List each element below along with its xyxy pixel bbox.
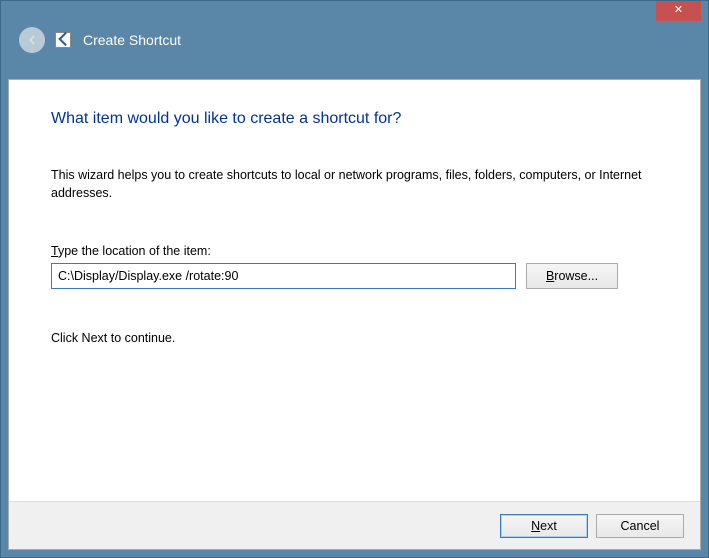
close-icon: ✕	[674, 4, 683, 16]
next-accesskey: N	[531, 519, 540, 533]
next-rest: ext	[540, 519, 557, 533]
button-bar: Next Cancel	[9, 501, 700, 549]
back-button[interactable]	[19, 27, 45, 53]
content-inner: What item would you like to create a sho…	[9, 80, 700, 365]
cancel-label: Cancel	[621, 519, 660, 533]
location-label-accesskey: T	[51, 244, 58, 258]
location-label-rest: ype the location of the item:	[58, 244, 211, 258]
next-button[interactable]: Next	[500, 514, 588, 538]
browse-rest: rowse...	[554, 269, 598, 283]
shortcut-icon	[55, 32, 71, 48]
description-text: This wizard helps you to create shortcut…	[51, 166, 658, 202]
location-row: Browse...	[51, 263, 658, 289]
continue-text: Click Next to continue.	[51, 331, 658, 345]
content-area: What item would you like to create a sho…	[8, 79, 701, 550]
window-title: Create Shortcut	[83, 32, 181, 48]
cancel-button[interactable]: Cancel	[596, 514, 684, 538]
close-button[interactable]: ✕	[656, 1, 701, 21]
browse-button[interactable]: Browse...	[526, 263, 618, 289]
page-heading: What item would you like to create a sho…	[51, 110, 658, 128]
location-label: Type the location of the item:	[51, 244, 658, 258]
location-input[interactable]	[51, 263, 516, 289]
wizard-window: ✕ Create Shortcut What item would you li…	[0, 0, 709, 558]
title-bar: Create Shortcut	[1, 1, 708, 79]
arrow-left-icon	[25, 33, 39, 47]
